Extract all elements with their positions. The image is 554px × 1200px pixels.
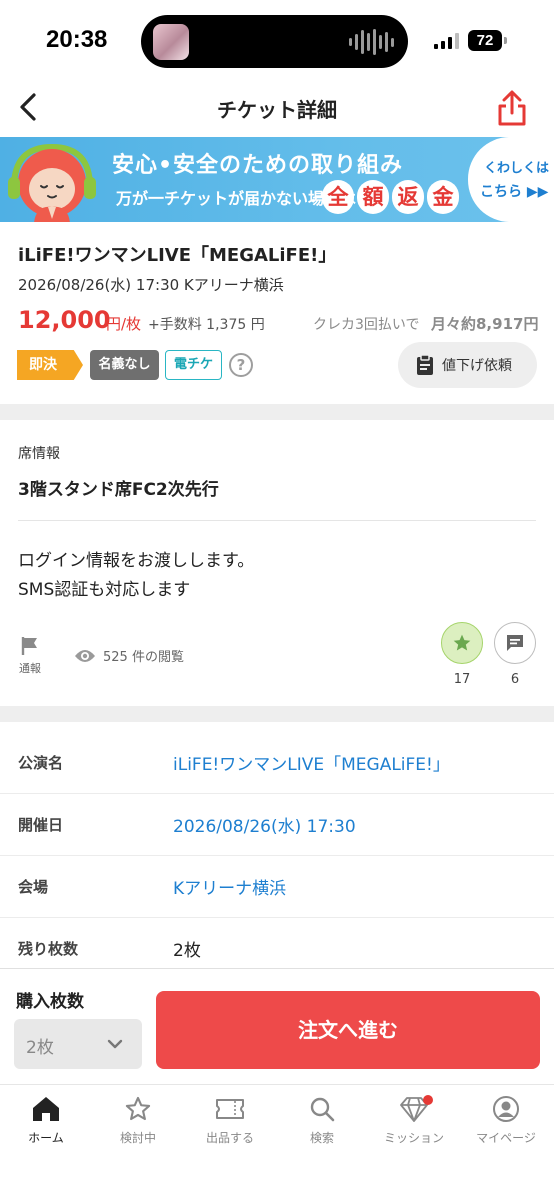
e-ticket-tag: 電チケ bbox=[165, 350, 222, 380]
banner-subtext: 万が一チケットが届かない場合は bbox=[116, 189, 357, 208]
banner-headline: 安心•安全のための取り組み bbox=[112, 153, 404, 178]
detail-key: 会場 bbox=[18, 878, 49, 896]
seat-info-value: 3階スタンド席FC2次先行 bbox=[18, 480, 219, 500]
detail-key: 公演名 bbox=[18, 754, 64, 772]
ticket-icon bbox=[216, 1099, 244, 1119]
quick-buy-tag: 即決 bbox=[17, 350, 83, 380]
favorite-button[interactable] bbox=[441, 622, 483, 664]
safety-banner[interactable]: 安心•安全のための取り組み 万が一チケットが届かない場合は 全 額 返 金 くわ… bbox=[0, 137, 554, 222]
purchase-bar: 購入枚数 2枚 注文へ進む bbox=[0, 968, 554, 1084]
ticket-price: 12,000 bbox=[18, 306, 111, 334]
tab-label: マイページ bbox=[476, 1131, 536, 1145]
tab-label: 検討中 bbox=[119, 1131, 156, 1145]
banner-link-text-bottom[interactable]: こちら ▶▶ bbox=[480, 181, 548, 201]
signal-icon bbox=[434, 33, 459, 49]
refund-char: 金 bbox=[427, 180, 459, 214]
seller-note-line: SMS認証も対応します bbox=[18, 580, 191, 600]
mascot-illustration bbox=[8, 143, 96, 222]
price-reduction-request-button[interactable]: 値下げ依頼 bbox=[398, 342, 537, 388]
event-title: iLiFE!ワンマンLIVE「MEGALiFE!」 bbox=[18, 245, 337, 266]
detail-row-performance: 公演名 iLiFE!ワンマンLIVE「MEGALiFE!」 bbox=[0, 732, 554, 794]
banner-details-link[interactable] bbox=[468, 137, 554, 222]
battery-icon: 72 bbox=[468, 30, 502, 51]
page-title: チケット詳細 bbox=[217, 98, 337, 122]
installment-label: クレカ3回払いで bbox=[313, 317, 420, 333]
share-icon bbox=[498, 90, 526, 126]
view-count-label: 525 件の閲覧 bbox=[103, 650, 184, 665]
detail-key: 開催日 bbox=[18, 816, 64, 834]
comment-button[interactable] bbox=[494, 622, 536, 664]
tab-label: ミッション bbox=[383, 1131, 444, 1145]
tab-label: 出品する bbox=[205, 1131, 254, 1145]
quantity-select[interactable]: 2枚 bbox=[14, 1019, 142, 1069]
home-icon bbox=[33, 1097, 59, 1121]
user-icon bbox=[493, 1096, 519, 1122]
banner-link-text-top[interactable]: くわしくは bbox=[484, 157, 549, 176]
nav-header: チケット詳細 bbox=[0, 80, 554, 136]
report-button[interactable]: 通報 bbox=[16, 636, 44, 676]
tab-home[interactable]: ホーム bbox=[0, 1095, 92, 1146]
now-playing-artwork bbox=[153, 24, 189, 60]
refund-char: 額 bbox=[357, 180, 389, 214]
tab-watchlist[interactable]: 検討中 bbox=[92, 1095, 184, 1146]
status-bar: 20:38 72 bbox=[0, 0, 554, 80]
refund-char: 全 bbox=[322, 180, 354, 214]
comment-count: 6 bbox=[510, 672, 520, 687]
quantity-label: 購入枚数 bbox=[16, 992, 84, 1012]
seat-info-label: 席情報 bbox=[18, 446, 60, 462]
event-date-link[interactable]: 2026/08/26(水) 17:30 bbox=[173, 812, 356, 837]
section-divider bbox=[0, 706, 554, 722]
seller-note-line: ログイン情報をお渡しします。 bbox=[18, 551, 255, 571]
chevron-down-icon bbox=[107, 1039, 123, 1049]
performance-name-link[interactable]: iLiFE!ワンマンLIVE「MEGALiFE!」 bbox=[173, 750, 450, 775]
divider bbox=[18, 520, 536, 521]
tab-search[interactable]: 検索 bbox=[276, 1095, 368, 1146]
tab-mission[interactable]: ミッション bbox=[368, 1095, 460, 1146]
price-reduction-label: 値下げ依頼 bbox=[442, 358, 512, 374]
remaining-count: 2枚 bbox=[173, 941, 201, 961]
detail-row-venue: 会場 Kアリーナ横浜 bbox=[0, 856, 554, 918]
share-button[interactable] bbox=[490, 86, 534, 130]
full-refund-badge: 全 額 返 金 bbox=[322, 180, 459, 214]
quantity-value: 2枚 bbox=[26, 1038, 54, 1058]
eye-icon bbox=[75, 649, 95, 662]
report-label: 通報 bbox=[19, 662, 41, 675]
bottom-tab-bar: ホーム 検討中 出品する 検索 ミッション マイページ bbox=[0, 1084, 554, 1200]
tab-label: 検索 bbox=[309, 1131, 334, 1145]
view-count: 525 件の閲覧 bbox=[74, 646, 184, 665]
venue-link[interactable]: Kアリーナ横浜 bbox=[173, 874, 286, 899]
clipboard-icon bbox=[417, 354, 433, 375]
dynamic-island[interactable] bbox=[141, 15, 408, 68]
comment-icon bbox=[507, 635, 523, 651]
price-unit: 円/枚 bbox=[106, 315, 142, 333]
detail-key: 残り枚数 bbox=[18, 940, 79, 958]
tab-sell[interactable]: 出品する bbox=[184, 1095, 276, 1146]
tab-mypage[interactable]: マイページ bbox=[460, 1095, 552, 1146]
star-icon bbox=[125, 1096, 151, 1121]
star-icon bbox=[453, 634, 471, 651]
section-divider bbox=[0, 404, 554, 420]
installment-amount: 月々約8,917円 bbox=[431, 315, 539, 333]
proceed-to-order-button[interactable]: 注文へ進む bbox=[156, 991, 540, 1069]
tab-label: ホーム bbox=[28, 1131, 64, 1145]
event-datetime-venue: 2026/08/26(水) 17:30 Kアリーナ横浜 bbox=[18, 276, 284, 294]
search-icon bbox=[310, 1097, 335, 1122]
status-time: 20:38 bbox=[46, 26, 108, 53]
help-icon[interactable]: ? bbox=[229, 353, 253, 377]
service-fee: +手数料 1,375 円 bbox=[148, 317, 265, 333]
audio-waveform-icon bbox=[349, 28, 394, 56]
no-name-tag: 名義なし bbox=[90, 350, 159, 380]
battery-tip bbox=[504, 37, 507, 44]
favorite-count: 17 bbox=[453, 672, 471, 687]
flag-icon bbox=[21, 637, 37, 655]
notification-dot bbox=[423, 1095, 433, 1105]
refund-char: 返 bbox=[392, 180, 424, 214]
detail-row-date: 開催日 2026/08/26(水) 17:30 bbox=[0, 794, 554, 856]
